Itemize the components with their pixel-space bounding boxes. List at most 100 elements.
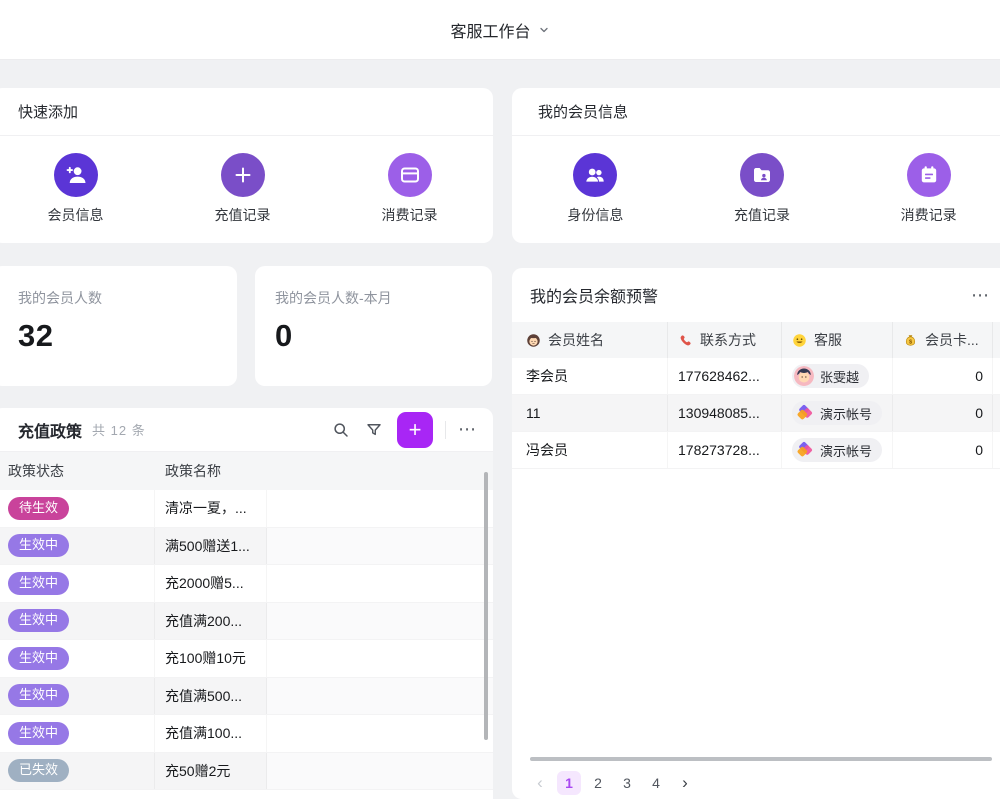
member-name: 11 bbox=[512, 395, 668, 431]
quick-add-consume-record-label: 消费记录 bbox=[382, 205, 438, 225]
policy-name-column-header: 政策名称 bbox=[155, 461, 267, 481]
plus-glyph: + bbox=[409, 419, 422, 441]
table-row[interactable]: 生效中 充值满500... bbox=[0, 678, 493, 716]
agent-chip[interactable]: 演示帐号 bbox=[792, 438, 882, 462]
member-card-column-header: $ 会员卡... bbox=[893, 322, 993, 358]
agent-name: 张雯越 bbox=[820, 367, 859, 386]
girl-emoji-icon bbox=[526, 333, 541, 348]
member-count-label: 我的会员人数 bbox=[18, 288, 237, 308]
my-member-info-items: 身份信息 充值记录 消费记录 bbox=[512, 136, 1000, 242]
policy-name: 充100赠10元 bbox=[155, 640, 267, 677]
search-icon[interactable] bbox=[329, 419, 351, 441]
identity-info-shortcut[interactable]: 身份信息 bbox=[512, 153, 679, 225]
status-badge: 生效中 bbox=[8, 684, 69, 707]
table-row[interactable]: 生效中 充100赠10元 bbox=[0, 640, 493, 678]
recharge-policy-toolbar: + ⋯ bbox=[329, 412, 477, 448]
pagination: ‹ 1 2 3 4 › bbox=[528, 771, 697, 795]
recharge-policy-count: 共 12 条 bbox=[92, 420, 146, 439]
moneybag-emoji-icon: $ bbox=[903, 333, 918, 348]
more-menu-icon[interactable]: ⋯ bbox=[458, 419, 477, 440]
table-row[interactable]: 李会员 177628462... 张雯越 0 bbox=[512, 358, 1000, 395]
status-badge: 已失效 bbox=[8, 759, 69, 782]
my-recharge-record-shortcut[interactable]: 充值记录 bbox=[679, 153, 846, 225]
people-icon bbox=[573, 153, 617, 197]
policy-name: 充值满500... bbox=[155, 678, 267, 715]
policy-name: 清凉一夏，... bbox=[155, 490, 267, 527]
status-badge: 生效中 bbox=[8, 722, 69, 745]
girl-avatar bbox=[794, 366, 814, 386]
chevron-down-icon[interactable] bbox=[538, 24, 550, 36]
member-count-card: 我的会员人数 32 bbox=[0, 266, 237, 386]
contact-column-header: 联系方式 bbox=[668, 322, 782, 358]
member-name: 李会员 bbox=[512, 358, 668, 394]
toolbar-divider bbox=[445, 421, 446, 439]
recharge-policy-card: 充值政策 共 12 条 + ⋯ 政策状态 政策名称 待生效 清凉一夏，... 生… bbox=[0, 408, 493, 799]
recharge-policy-title: 充值政策 bbox=[18, 418, 82, 442]
pagination-page-2[interactable]: 2 bbox=[586, 771, 610, 795]
add-policy-button[interactable]: + bbox=[397, 412, 433, 448]
member-count-value: 32 bbox=[18, 318, 237, 354]
my-consume-record-shortcut[interactable]: 消费记录 bbox=[845, 153, 1000, 225]
table-row[interactable]: 生效中 满500赠送1... bbox=[0, 528, 493, 566]
member-phone: 130948085... bbox=[668, 395, 782, 431]
policy-name: 充值满100... bbox=[155, 715, 267, 752]
agent-name: 演示帐号 bbox=[820, 404, 872, 423]
table-row[interactable]: 冯会员 178273728... 演示帐号 0 bbox=[512, 432, 1000, 469]
table-row[interactable]: 生效中 充2000赠5... bbox=[0, 565, 493, 603]
bank-card-icon bbox=[388, 153, 432, 197]
status-badge: 生效中 bbox=[8, 572, 69, 595]
contact-folder-icon bbox=[740, 153, 784, 197]
member-name-column-header: 会员姓名 bbox=[512, 322, 668, 358]
my-consume-record-label: 消费记录 bbox=[901, 205, 957, 225]
table-row[interactable]: 11 130948085... 演示帐号 0 bbox=[512, 395, 1000, 432]
app-title[interactable]: 客服工作台 bbox=[450, 18, 530, 42]
quick-add-recharge-record[interactable]: 充值记录 bbox=[159, 153, 326, 225]
app-header: 客服工作台 bbox=[0, 0, 1000, 60]
member-card-balance: 0 bbox=[893, 395, 993, 431]
horizontal-scrollbar[interactable] bbox=[530, 757, 992, 761]
pagination-next[interactable]: › bbox=[673, 771, 697, 795]
member-card-balance: 0 bbox=[893, 358, 993, 394]
recharge-policy-header: 充值政策 共 12 条 + ⋯ bbox=[0, 408, 493, 452]
policy-name: 充2000赠5... bbox=[155, 565, 267, 602]
quick-add-consume-record[interactable]: 消费记录 bbox=[326, 153, 493, 225]
pagination-prev[interactable]: ‹ bbox=[528, 771, 552, 795]
pagination-page-1[interactable]: 1 bbox=[557, 771, 581, 795]
table-row[interactable]: 待生效 清凉一夏，... bbox=[0, 490, 493, 528]
status-badge: 生效中 bbox=[8, 609, 69, 632]
pagination-page-4[interactable]: 4 bbox=[644, 771, 668, 795]
member-card-balance: 0 bbox=[893, 432, 993, 468]
vertical-scrollbar[interactable] bbox=[484, 472, 488, 740]
quick-add-member-info-label: 会员信息 bbox=[48, 205, 104, 225]
agent-name: 演示帐号 bbox=[820, 441, 872, 460]
agent-chip[interactable]: 演示帐号 bbox=[792, 401, 882, 425]
table-row[interactable]: 生效中 充值满200... bbox=[0, 603, 493, 641]
table-row[interactable]: 已失效 充50赠2元 bbox=[0, 753, 493, 791]
quick-add-items: 会员信息 充值记录 消费记录 bbox=[0, 136, 493, 242]
quick-add-title: 快速添加 bbox=[18, 101, 78, 122]
filter-icon[interactable] bbox=[363, 419, 385, 441]
more-menu-icon[interactable]: ⋯ bbox=[971, 285, 990, 306]
my-recharge-record-label: 充值记录 bbox=[734, 205, 790, 225]
member-count-month-card: 我的会员人数-本月 0 bbox=[255, 266, 492, 386]
identity-info-label: 身份信息 bbox=[567, 205, 623, 225]
status-badge: 生效中 bbox=[8, 534, 69, 557]
balance-alert-title: 我的会员余额预警 bbox=[530, 283, 658, 307]
member-name: 冯会员 bbox=[512, 432, 668, 468]
quick-add-card: 快速添加 会员信息 充值记录 消费记录 bbox=[0, 88, 493, 243]
policy-name: 满500赠送1... bbox=[155, 528, 267, 565]
smiley-emoji-icon bbox=[792, 333, 807, 348]
quick-add-recharge-record-label: 充值记录 bbox=[215, 205, 271, 225]
member-phone: 178273728... bbox=[668, 432, 782, 468]
alert-table-header: 会员姓名 联系方式 客服 $ 会员卡... bbox=[512, 322, 1000, 358]
diamond-logo-avatar bbox=[794, 403, 814, 423]
pagination-page-3[interactable]: 3 bbox=[615, 771, 639, 795]
policy-table-body: 待生效 清凉一夏，... 生效中 满500赠送1... 生效中 充2000赠5.… bbox=[0, 490, 493, 790]
quick-add-member-info[interactable]: 会员信息 bbox=[0, 153, 159, 225]
member-count-month-label: 我的会员人数-本月 bbox=[275, 288, 492, 308]
diamond-logo-avatar bbox=[794, 440, 814, 460]
agent-chip[interactable]: 张雯越 bbox=[792, 364, 869, 388]
member-count-month-value: 0 bbox=[275, 318, 492, 354]
my-member-info-card-header: 我的会员信息 bbox=[512, 88, 1000, 136]
table-row[interactable]: 生效中 充值满100... bbox=[0, 715, 493, 753]
